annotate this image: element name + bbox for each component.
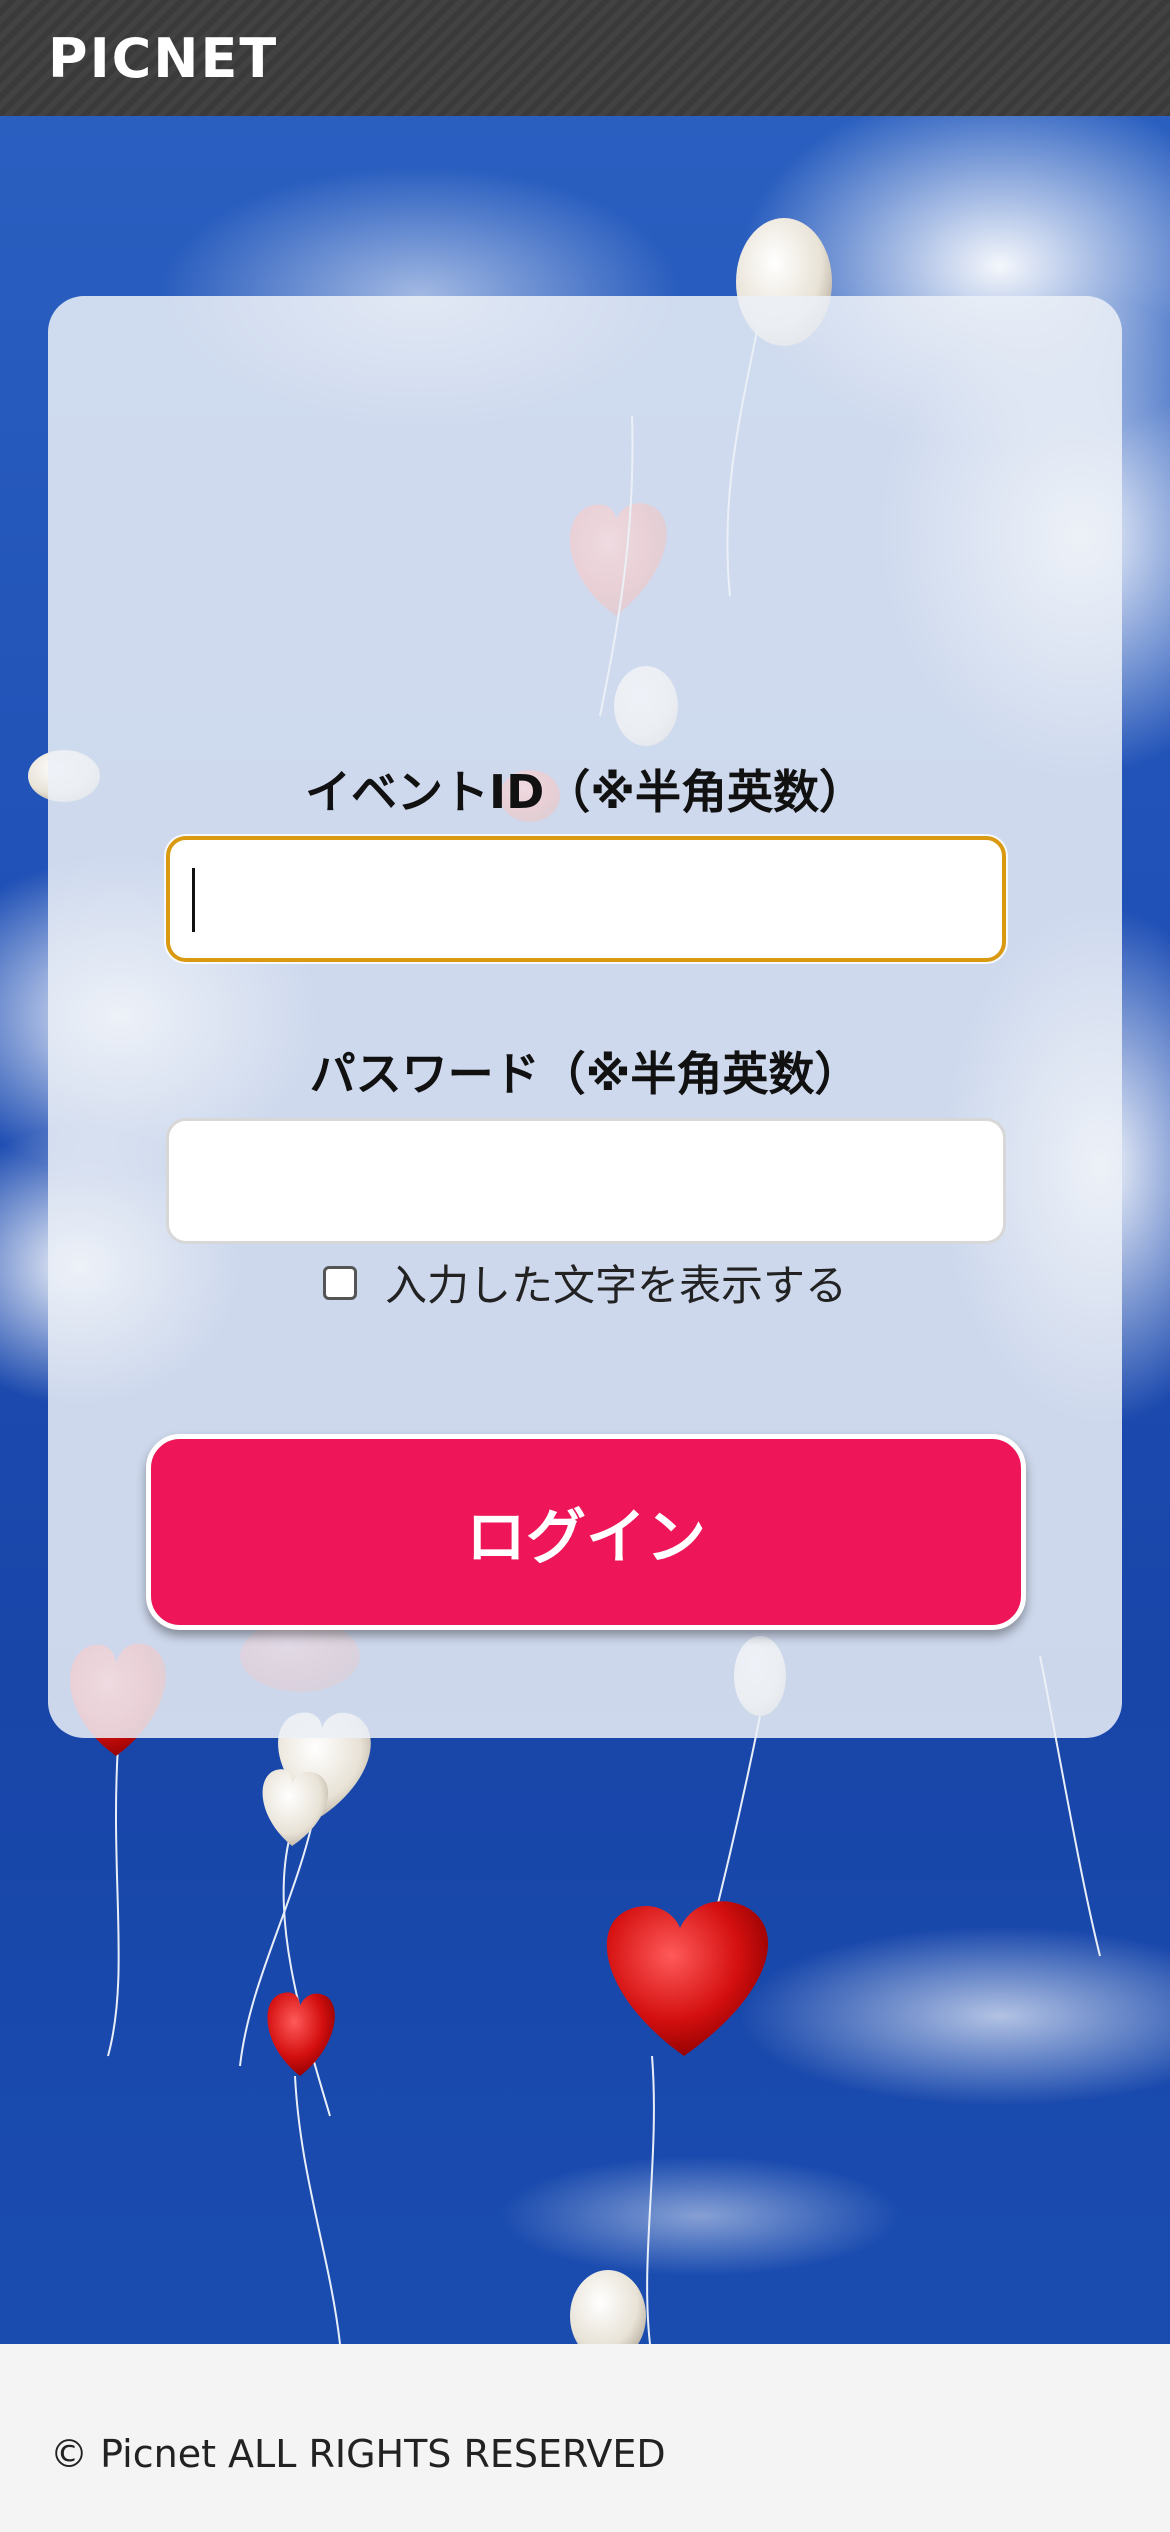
login-card: イベントID（※半角英数） パスワード（※半角英数） 入力した文字を表示する ロ… (48, 296, 1122, 1738)
password-label: パスワード（※半角英数） (309, 1047, 861, 1101)
show-password-option[interactable]: 入力した文字を表示する (48, 1252, 1122, 1313)
page-footer: © Picnet ALL RIGHTS RESERVED (0, 2344, 1170, 2532)
app-header: PICNET (0, 0, 1170, 116)
show-password-checkbox[interactable] (322, 1265, 357, 1300)
copyright-text: © Picnet ALL RIGHTS RESERVED (50, 2432, 666, 2476)
login-page: PICNET イベントID（※半角英数） パスワード（※半角英数） 入力した文字… (0, 0, 1170, 2532)
brand-logo[interactable]: PICNET (48, 27, 278, 90)
event-id-label: イベントID（※半角英数） (304, 765, 866, 819)
show-password-label[interactable]: 入力した文字を表示する (385, 1252, 847, 1313)
event-id-input[interactable] (166, 836, 1006, 962)
text-caret (192, 868, 195, 932)
password-input[interactable] (166, 1118, 1006, 1244)
login-button[interactable]: ログイン (146, 1434, 1026, 1630)
